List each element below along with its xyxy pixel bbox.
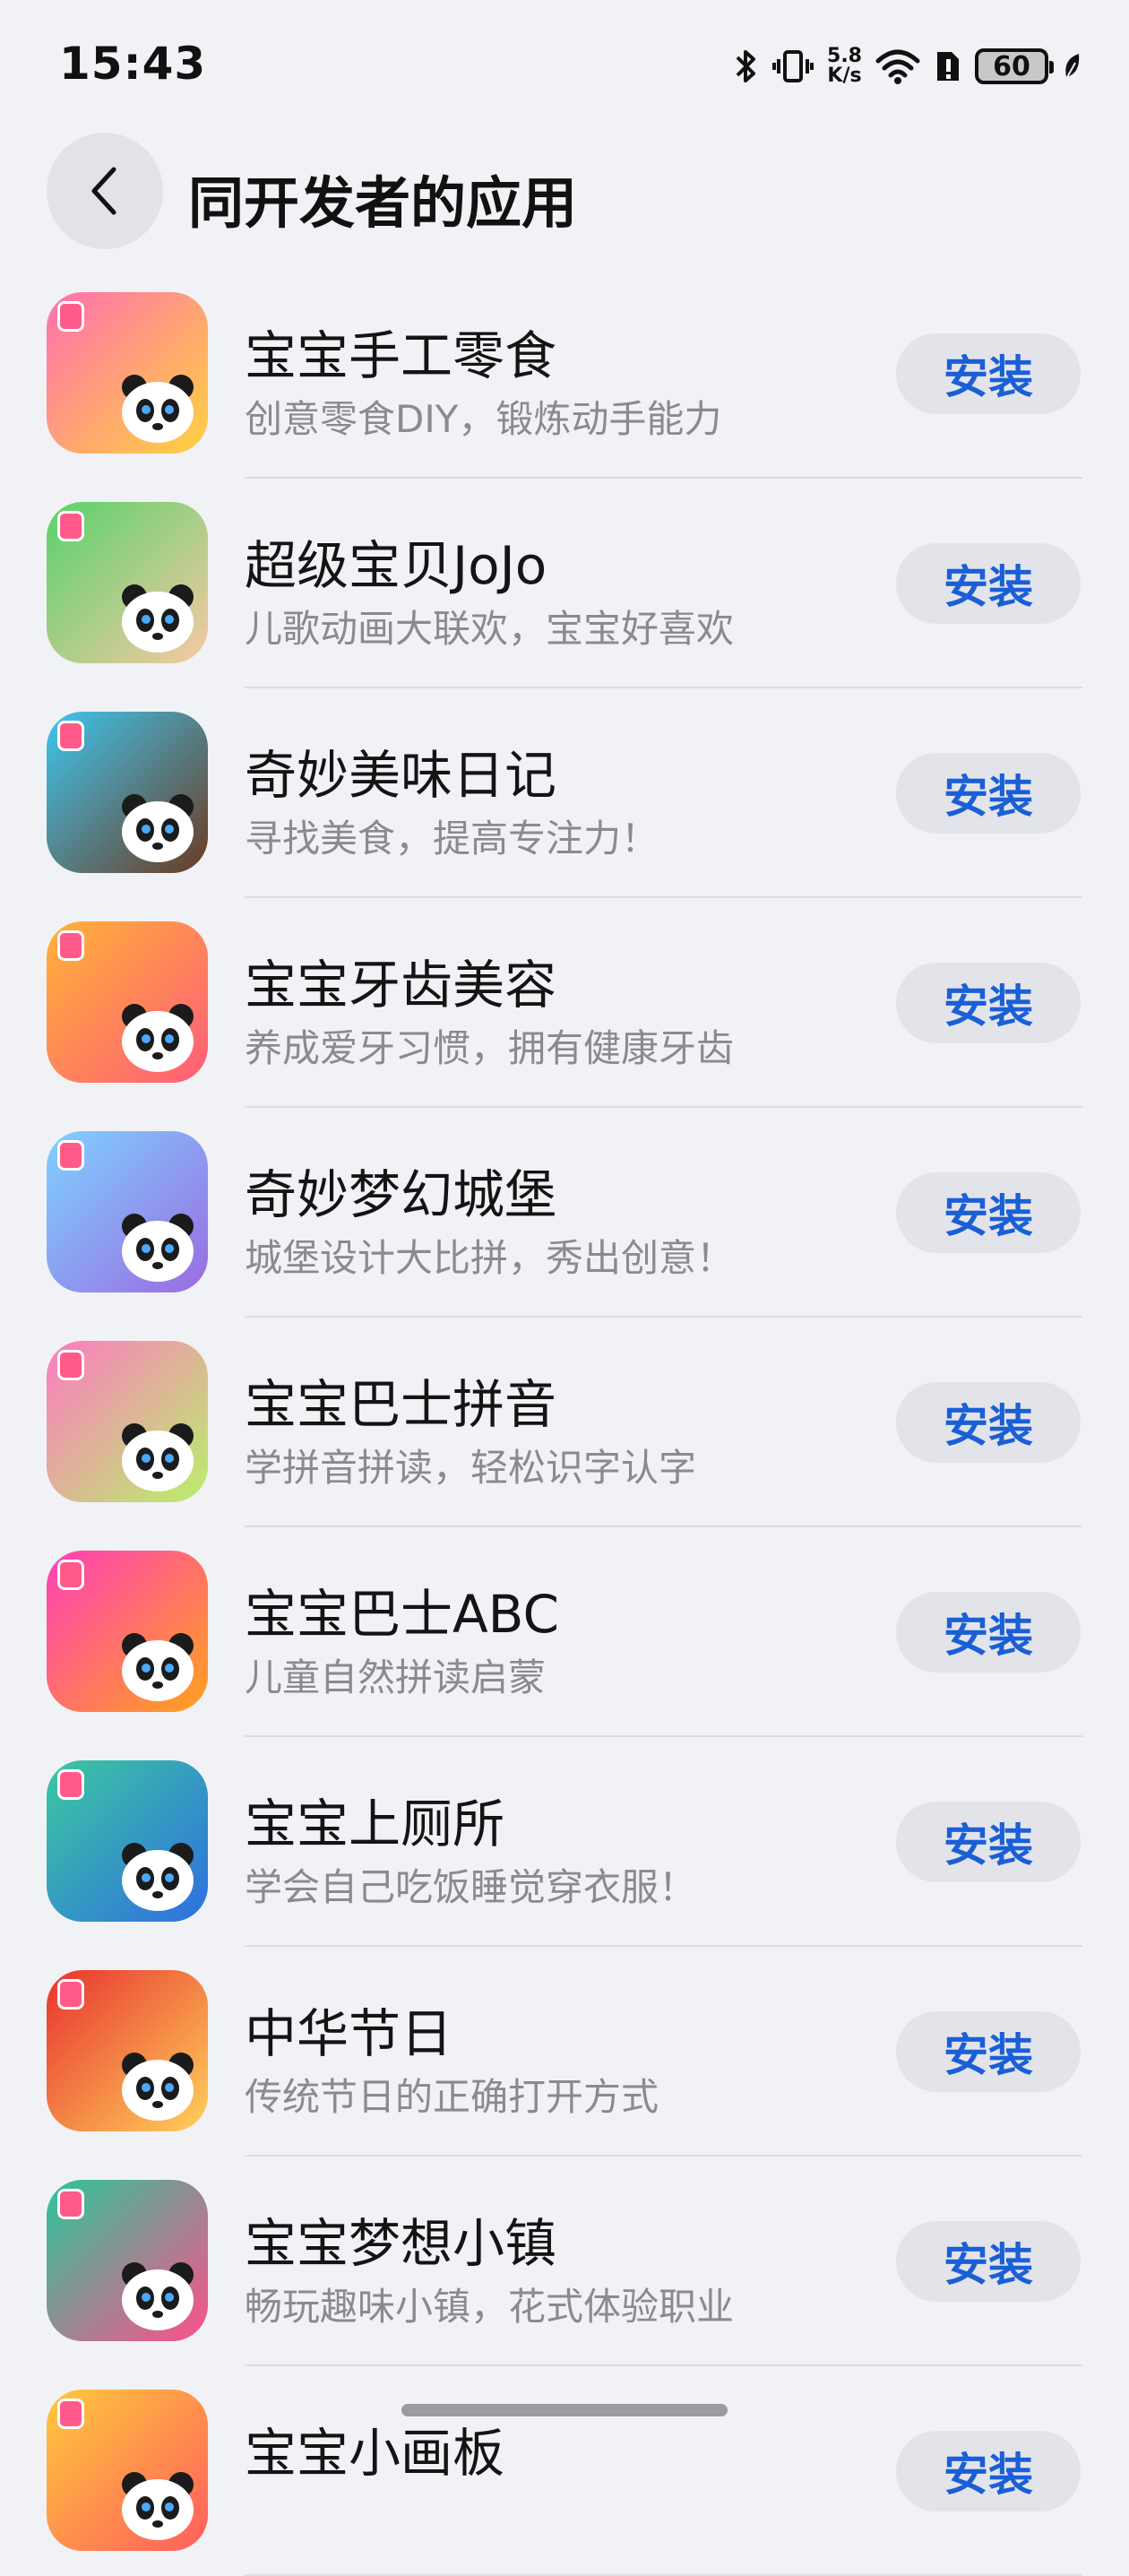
brand-badge-icon (57, 2189, 84, 2219)
panda-icon (122, 1423, 194, 1491)
app-icon[interactable] (47, 712, 208, 873)
install-button[interactable]: 安装 (896, 2221, 1081, 2302)
app-name: 宝宝巴士拼音 (245, 1374, 557, 1435)
app-list: 宝宝手工零食 创意零食DIY，锻炼动手能力 安装 超级宝贝JoJo 儿歌动画大联… (0, 269, 1129, 2576)
panda-icon (122, 2472, 194, 2540)
app-name: 奇妙梦幻城堡 (245, 1164, 557, 1225)
list-item[interactable]: 宝宝巴士拼音 学拼音拼读，轻松识字认字 安装 (0, 1318, 1129, 1527)
app-name: 中华节日 (245, 2003, 453, 2064)
app-icon[interactable] (47, 1341, 208, 1502)
list-item[interactable]: 中华节日 传统节日的正确打开方式 安装 (0, 1947, 1129, 2157)
app-description: 儿歌动画大联欢，宝宝好喜欢 (245, 607, 735, 651)
panda-icon (122, 1214, 194, 1282)
app-name: 奇妙美味日记 (245, 745, 557, 806)
app-description: 创意零食DIY，锻炼动手能力 (245, 397, 722, 441)
network-speed: 5.8 K/s (827, 47, 862, 86)
app-icon[interactable] (47, 2180, 208, 2341)
back-button[interactable] (47, 133, 163, 249)
list-item[interactable]: 宝宝上厕所 学会自己吃饭睡觉穿衣服！ 安装 (0, 1737, 1129, 1947)
app-name: 宝宝巴士ABC (245, 1584, 559, 1645)
install-button[interactable]: 安装 (896, 753, 1081, 834)
app-description: 寻找美食，提高专注力！ (245, 817, 659, 860)
install-button[interactable]: 安装 (896, 333, 1081, 414)
app-description: 城堡设计大比拼，秀出创意！ (245, 1236, 735, 1280)
app-name: 宝宝小画板 (245, 2423, 505, 2484)
list-item[interactable]: 宝宝梦想小镇 畅玩趣味小镇，花式体验职业 安装 (0, 2157, 1129, 2366)
install-button[interactable]: 安装 (896, 1802, 1081, 1882)
app-icon[interactable] (47, 1970, 208, 2131)
app-name: 超级宝贝JoJo (245, 535, 547, 596)
app-icon[interactable] (47, 1551, 208, 1712)
wifi-icon (875, 49, 920, 84)
panda-icon (122, 1843, 194, 1911)
panda-icon (122, 1633, 194, 1701)
app-description: 学会自己吃饭睡觉穿衣服！ (245, 1865, 697, 1909)
brand-badge-icon (57, 1979, 84, 2010)
list-item[interactable]: 宝宝小画板 安装 (0, 2366, 1129, 2576)
brand-badge-icon (57, 2399, 84, 2429)
app-icon[interactable] (47, 1760, 208, 1922)
list-item[interactable]: 奇妙美味日记 寻找美食，提高专注力！ 安装 (0, 688, 1129, 898)
panda-icon (122, 2262, 194, 2330)
install-button[interactable]: 安装 (896, 1382, 1081, 1463)
panda-icon (122, 2053, 194, 2121)
app-name: 宝宝梦想小镇 (245, 2213, 557, 2274)
panda-icon (122, 794, 194, 862)
app-name: 宝宝上厕所 (245, 1794, 505, 1854)
install-button[interactable]: 安装 (896, 1172, 1081, 1253)
brand-badge-icon (57, 1350, 84, 1380)
install-button[interactable]: 安装 (896, 963, 1081, 1043)
bluetooth-icon (736, 50, 756, 82)
brand-badge-icon (57, 1769, 84, 1800)
speed-value: 5.8 (827, 45, 862, 67)
speed-unit: K/s (827, 65, 862, 87)
install-button[interactable]: 安装 (896, 1592, 1081, 1673)
list-item[interactable]: 宝宝手工零食 创意零食DIY，锻炼动手能力 安装 (0, 269, 1129, 479)
install-button[interactable]: 安装 (896, 2011, 1081, 2092)
brand-badge-icon (57, 930, 84, 961)
panda-icon (122, 1004, 194, 1072)
sim-alert-icon (937, 52, 959, 81)
battery-indicator: 60 (975, 48, 1054, 84)
app-icon[interactable] (47, 502, 208, 663)
app-description: 传统节日的正确打开方式 (245, 2075, 659, 2119)
list-item[interactable]: 奇妙梦幻城堡 城堡设计大比拼，秀出创意！ 安装 (0, 1108, 1129, 1318)
page-title: 同开发者的应用 (188, 170, 578, 236)
list-item[interactable]: 宝宝牙齿美容 养成爱牙习惯，拥有健康牙齿 安装 (0, 898, 1129, 1108)
app-icon[interactable] (47, 921, 208, 1083)
leaf-icon (1065, 54, 1080, 80)
brand-badge-icon (57, 1560, 84, 1590)
status-icons: 5.8 K/s 60 (734, 39, 1084, 93)
app-name: 宝宝牙齿美容 (245, 955, 557, 1016)
list-item[interactable]: 宝宝巴士ABC 儿童自然拼读启蒙 安装 (0, 1527, 1129, 1737)
page-header: 同开发者的应用 (0, 133, 1129, 251)
brand-badge-icon (57, 721, 84, 751)
list-item[interactable]: 超级宝贝JoJo 儿歌动画大联欢，宝宝好喜欢 安装 (0, 479, 1129, 688)
app-description: 养成爱牙习惯，拥有健康牙齿 (245, 1026, 735, 1070)
vibrate-icon (772, 50, 814, 82)
app-description: 学拼音拼读，轻松识字认字 (245, 1446, 697, 1490)
status-bar: 15:43 5.8 K/s 60 (0, 0, 1129, 125)
status-time: 15:43 (59, 38, 207, 90)
brand-badge-icon (57, 1140, 84, 1171)
app-icon[interactable] (47, 292, 208, 454)
install-button[interactable]: 安装 (896, 2431, 1081, 2511)
brand-badge-icon (57, 511, 84, 541)
panda-icon (122, 375, 194, 443)
app-description: 儿童自然拼读启蒙 (245, 1655, 547, 1699)
app-name: 宝宝手工零食 (245, 325, 557, 386)
app-icon[interactable] (47, 2390, 208, 2551)
home-indicator[interactable] (401, 2404, 728, 2416)
brand-badge-icon (57, 301, 84, 332)
app-icon[interactable] (47, 1131, 208, 1292)
chevron-left-icon (91, 167, 116, 215)
panda-icon (122, 584, 194, 653)
app-description: 畅玩趣味小镇，花式体验职业 (245, 2285, 735, 2329)
install-button[interactable]: 安装 (896, 543, 1081, 624)
